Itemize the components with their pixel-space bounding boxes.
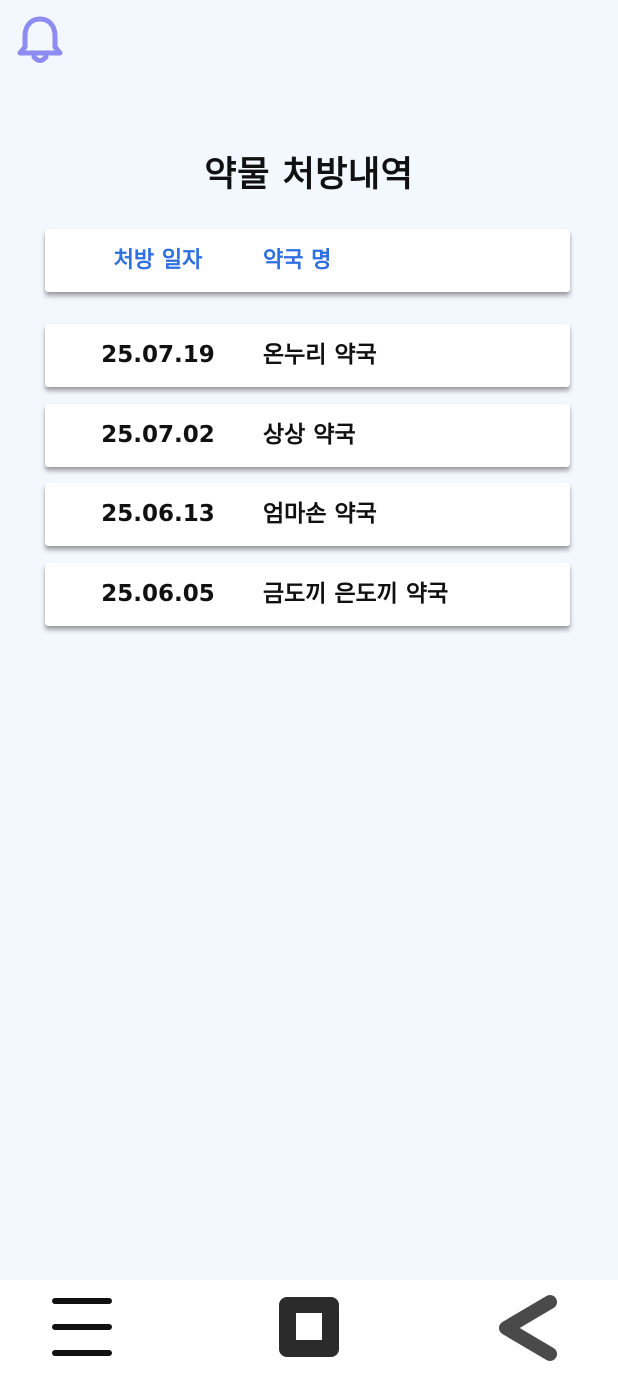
column-header-pharmacy: 약국 명 — [263, 248, 332, 273]
table-header: 처방 일자 약국 명 — [45, 229, 570, 292]
table-row[interactable]: 25.06.05 금도끼 은도끼 약국 — [45, 563, 570, 626]
row-pharmacy: 엄마손 약국 — [263, 501, 377, 527]
table-row[interactable]: 25.07.02 상상 약국 — [45, 404, 570, 467]
row-pharmacy: 상상 약국 — [263, 422, 356, 448]
menu-icon[interactable] — [48, 1294, 118, 1362]
row-date: 25.07.02 — [101, 422, 215, 448]
row-date: 25.06.13 — [101, 501, 215, 527]
bell-icon[interactable] — [16, 14, 64, 66]
home-square-icon[interactable] — [274, 1294, 344, 1362]
back-chevron-icon[interactable] — [492, 1294, 562, 1362]
column-header-date: 처방 일자 — [113, 248, 203, 273]
table-row[interactable]: 25.06.13 엄마손 약국 — [45, 483, 570, 546]
page-title: 약물 처방내역 — [204, 155, 414, 195]
row-date: 25.07.19 — [101, 342, 215, 368]
navigation-bar — [0, 1280, 618, 1376]
table-row[interactable]: 25.07.19 온누리 약국 — [45, 324, 570, 387]
row-pharmacy: 온누리 약국 — [263, 342, 377, 368]
row-date: 25.06.05 — [101, 581, 215, 607]
row-pharmacy: 금도끼 은도끼 약국 — [263, 581, 449, 607]
